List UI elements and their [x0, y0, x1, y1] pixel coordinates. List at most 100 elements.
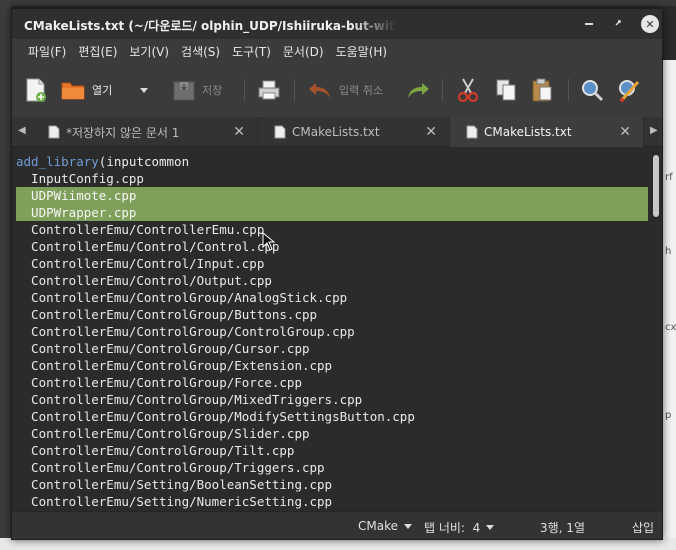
save-label: 저장 — [202, 84, 223, 97]
new-document-button[interactable] — [24, 77, 48, 103]
code-text: ControllerEmu/ControlGroup/Buttons.cpp — [16, 307, 318, 322]
code-line[interactable]: ControllerEmu/ControllerEmu.cpp — [16, 221, 648, 238]
close-button[interactable]: ✕ — [641, 15, 659, 33]
tab-label: *저장하지 않은 문서 1 — [66, 125, 180, 140]
code-text: ControllerEmu/ControlGroup/AnalogStick.c… — [16, 290, 348, 305]
redo-button[interactable] — [405, 77, 431, 103]
open-recent-dropdown[interactable] — [140, 77, 148, 103]
code-text: ControllerEmu/ControlGroup/MixedTriggers… — [16, 392, 363, 407]
tab-cmakelists-2[interactable]: CMakeLists.txt ✕ — [450, 117, 644, 147]
document-icon — [274, 125, 286, 139]
code-line[interactable]: ControllerEmu/ControlGroup/Triggers.cpp — [16, 459, 648, 476]
open-label: 열기 — [92, 84, 113, 97]
search-icon — [582, 80, 604, 102]
minimize-button[interactable] — [580, 15, 598, 33]
tab-width-label: 탭 너비: 4 — [424, 521, 481, 535]
code-line[interactable]: ControllerEmu/ControlGroup/Tilt.cpp — [16, 442, 648, 459]
code-line[interactable]: UDPWiimote.cpp — [16, 187, 648, 204]
chevron-down-icon — [486, 525, 495, 530]
tab-width-selector[interactable]: 탭 너비: 4 — [424, 519, 495, 536]
code-text: (inputcommon — [98, 154, 190, 169]
code-area[interactable]: add_library(inputcommon InputConfig.cpp … — [16, 153, 648, 511]
code-line[interactable]: ControllerEmu/Setting/BooleanSetting.cpp — [16, 476, 648, 493]
code-line[interactable]: ControllerEmu/Setting/NumericSetting.cpp — [16, 493, 648, 510]
menu-edit[interactable]: 편집(E) — [72, 41, 123, 63]
menu-tools[interactable]: 도구(T) — [226, 41, 277, 63]
code-text: ControllerEmu/Control/Input.cpp — [16, 256, 265, 271]
menu-help[interactable]: 도움말(H) — [330, 41, 394, 63]
menu-documents[interactable]: 문서(D) — [277, 41, 330, 63]
code-line[interactable]: ControllerEmu/ControlGroup/Slider.cpp — [16, 425, 648, 442]
menu-view[interactable]: 보기(V) — [123, 41, 175, 63]
code-line[interactable]: ControllerEmu/ControlGroup/Buttons.cpp — [16, 306, 648, 323]
code-text: InputConfig.cpp — [16, 171, 144, 186]
text-editor[interactable]: add_library(inputcommon InputConfig.cpp … — [12, 147, 662, 511]
code-line[interactable]: ControllerEmu/ControlGroup/AnalogStick.c… — [16, 289, 648, 306]
redo-icon — [408, 83, 429, 98]
vertical-scrollbar[interactable] — [653, 153, 659, 509]
scrollbar-thumb[interactable] — [653, 155, 659, 217]
find-replace-icon — [619, 80, 640, 102]
menu-bar: 파일(F) 편집(E) 보기(V) 검색(S) 도구(T) 문서(D) 도움말(… — [12, 39, 662, 65]
tab-cmakelists-1[interactable]: CMakeLists.txt ✕ — [258, 117, 450, 147]
language-selector[interactable]: CMake — [358, 519, 412, 533]
menu-search[interactable]: 검색(S) — [175, 41, 226, 63]
paste-icon — [532, 78, 552, 102]
code-line[interactable]: ControllerEmu/ControlGroup/MixedTriggers… — [16, 391, 648, 408]
minimize-icon — [585, 23, 593, 25]
open-button[interactable]: 열기 — [60, 77, 112, 103]
background-fragment: h — [665, 246, 672, 257]
code-text: UDPWrapper.cpp — [16, 205, 137, 220]
mouse-pointer-icon — [262, 232, 276, 251]
toolbar: 열기 저장 입력 취소 — [12, 65, 662, 117]
close-tab-icon[interactable]: ✕ — [425, 124, 437, 140]
close-tab-icon[interactable]: ✕ — [619, 124, 631, 140]
replace-button[interactable] — [616, 77, 642, 103]
tab-scroll-left-icon[interactable]: ◀ — [18, 125, 26, 136]
tab-unsaved-document[interactable]: *저장하지 않은 문서 1 ✕ — [32, 117, 258, 147]
code-text: ControllerEmu/ControlGroup/Cursor.cpp — [16, 341, 310, 356]
copy-icon — [496, 79, 516, 101]
code-line[interactable]: InputConfig.cpp — [16, 170, 648, 187]
code-text: ControllerEmu/Setting/NumericSetting.cpp — [16, 494, 333, 509]
background-app-left — [0, 0, 11, 550]
copy-button[interactable] — [494, 77, 518, 103]
find-button[interactable] — [580, 77, 604, 103]
save-icon — [173, 81, 195, 101]
code-line[interactable]: ControllerEmu/ControlGroup/ControlGroup.… — [16, 323, 648, 340]
cut-button[interactable] — [456, 77, 480, 103]
code-text: UDPWiimote.cpp — [16, 188, 137, 203]
undo-button[interactable]: 입력 취소 — [307, 77, 383, 103]
paste-button[interactable] — [530, 77, 554, 103]
tab-scroll-right-icon[interactable]: ▶ — [650, 125, 658, 136]
maximize-button[interactable] — [610, 15, 628, 33]
code-text: ControllerEmu/ControlGroup/Extension.cpp — [16, 358, 333, 373]
toolbar-separator — [294, 79, 295, 101]
code-line[interactable]: ControllerEmu/Control/Input.cpp — [16, 255, 648, 272]
undo-label: 입력 취소 — [339, 84, 383, 97]
code-line[interactable]: ControllerEmu/Control/Output.cpp — [16, 272, 648, 289]
background-fragment: p — [665, 410, 672, 421]
close-tab-icon[interactable]: ✕ — [233, 124, 245, 140]
close-icon: ✕ — [645, 17, 655, 31]
toolbar-separator — [244, 79, 245, 101]
background-app-right: rf h cx p — [663, 60, 676, 550]
background-fragment: rf — [665, 172, 673, 183]
code-line[interactable]: ControllerEmu/ControlGroup/Cursor.cpp — [16, 340, 648, 357]
toolbar-separator — [442, 79, 443, 101]
code-line[interactable]: ControllerEmu/ControlGroup/Extension.cpp — [16, 357, 648, 374]
code-line[interactable]: UDPWrapper.cpp — [16, 204, 648, 221]
menu-file[interactable]: 파일(F) — [22, 41, 72, 63]
code-text: ControllerEmu/ControlGroup/Tilt.cpp — [16, 443, 295, 458]
code-line[interactable]: add_library(inputcommon — [16, 153, 648, 170]
code-line[interactable]: ControllerEmu/ControlGroup/Force.cpp — [16, 374, 648, 391]
code-line[interactable]: ControllerEmu/Control/Control.cpp — [16, 238, 648, 255]
undo-icon — [309, 83, 330, 98]
code-line[interactable]: ControllerEmu/ControlGroup/ModifySetting… — [16, 408, 648, 425]
save-button[interactable]: 저장 — [172, 77, 222, 103]
scissors-icon — [457, 78, 479, 103]
tab-label: CMakeLists.txt — [292, 125, 380, 139]
title-bar[interactable]: CMakeLists.txt (~/다운로드/ olphin_UDP/Ishii… — [12, 9, 662, 39]
status-bar: CMake 탭 너비: 4 3행, 1열 삽입 — [12, 511, 662, 539]
print-button[interactable] — [257, 77, 281, 103]
